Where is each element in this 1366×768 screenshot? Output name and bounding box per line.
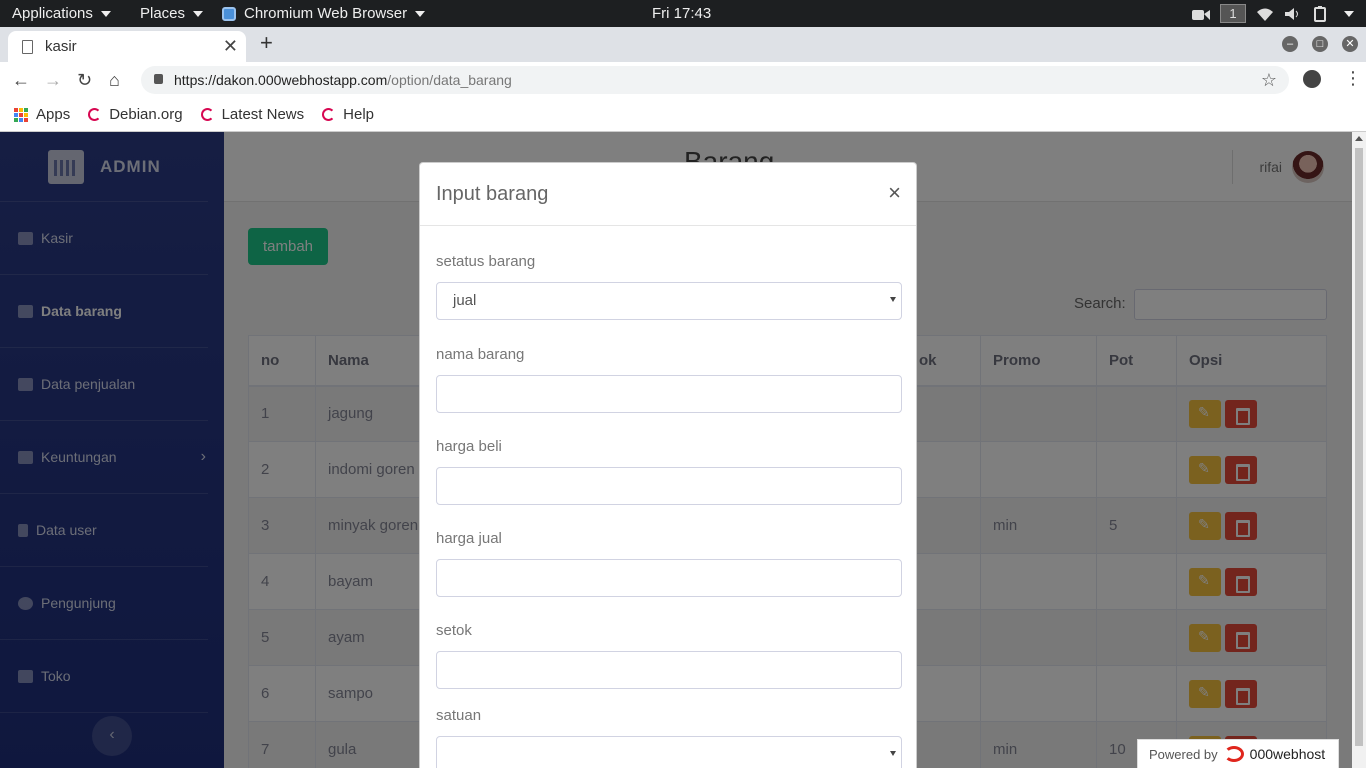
new-tab-button[interactable]: + [260,30,273,56]
harga-beli-input[interactable] [436,467,902,505]
close-window-icon[interactable]: ✕ [1342,36,1358,52]
status-field-group: setatus barang jual [436,253,902,320]
system-top-bar: Applications Places Chromium Web Browser… [0,0,1366,27]
workspace-indicator[interactable]: 1 [1220,4,1246,23]
bookmark-label: Debian.org [109,106,183,123]
harga-beli-field-group: harga beli [436,438,902,505]
bookmark-debian[interactable]: Debian.org [88,106,183,123]
powered-by-label: Powered by [1149,746,1218,762]
debian-swirl-icon [322,108,336,121]
browser-tab[interactable]: kasir ✕ [8,31,246,62]
bookmark-help[interactable]: Help [322,106,374,123]
bookmark-apps[interactable]: Apps [14,106,70,123]
bookmark-star-icon[interactable]: ☆ [1261,66,1277,94]
url-host: https://dakon.000webhostapp.com [174,72,388,88]
wifi-icon[interactable] [1256,7,1274,21]
harga-jual-label: harga jual [436,530,502,547]
harga-jual-input[interactable] [436,559,902,597]
forward-icon[interactable]: → [44,70,62,91]
close-icon[interactable]: × [888,180,901,206]
battery-icon[interactable] [1312,5,1330,22]
powered-by-badge[interactable]: Powered by 000webhost [1137,739,1339,768]
nama-label: nama barang [436,346,525,363]
address-bar[interactable]: https://dakon.000webhostapp.com/option/d… [141,66,1289,94]
back-icon[interactable]: ← [12,70,30,91]
bookmark-label: Help [343,106,374,123]
camera-icon[interactable] [1192,7,1210,21]
system-tray: 1 [1192,4,1354,23]
harga-beli-label: harga beli [436,438,502,455]
active-app-label: Chromium Web Browser [244,5,408,22]
bookmark-label: Apps [36,106,71,123]
web-page: ADMIN Kasir Data barang Data penjualan K… [0,132,1352,768]
nama-barang-input[interactable] [436,375,902,413]
minimize-icon[interactable]: – [1282,36,1298,52]
debian-swirl-icon [88,108,102,121]
bookmark-label: Latest News [221,106,305,123]
profile-icon[interactable] [1303,70,1321,88]
webhost-brand: 000webhost [1249,746,1326,762]
document-icon [22,39,33,54]
setok-label: setok [436,622,472,639]
apps-grid-icon [14,107,28,122]
active-app-menu[interactable]: Chromium Web Browser [222,5,426,22]
modal-title: Input barang [436,183,549,205]
webhost-logo-icon [1223,746,1244,762]
applications-label: Applications [12,5,93,22]
chevron-down-icon [890,297,896,302]
bookmark-latest-news[interactable]: Latest News [200,106,305,123]
status-label: setatus barang [436,253,536,270]
satuan-field-group: satuan [436,707,902,768]
satuan-label: satuan [436,707,482,724]
lock-icon [154,74,163,84]
bookmarks-bar: Apps Debian.org Latest News Help [0,98,1366,132]
debian-swirl-icon [200,108,214,121]
setok-field-group: setok [436,622,902,689]
status-selected-value: jual [453,292,477,309]
close-tab-icon[interactable]: ✕ [223,36,238,57]
status-select[interactable]: jual [436,282,902,320]
chevron-down-icon [415,10,426,17]
applications-menu[interactable]: Applications [12,5,111,22]
url-path: /option/data_barang [387,72,512,88]
menu-kebab-icon[interactable]: ⋮ [1344,68,1362,89]
system-menu-chevron-icon[interactable] [1344,10,1354,17]
maximize-icon[interactable]: □ [1312,36,1328,52]
page-scrollbar[interactable] [1352,132,1366,768]
chevron-down-icon [100,10,111,17]
chromium-icon [222,6,236,21]
input-barang-modal: Input barang × setatus barang jual nama … [419,162,917,768]
tab-strip: kasir ✕ + – □ ✕ [0,27,1366,62]
scroll-up-icon[interactable] [1355,136,1363,141]
clock[interactable]: Fri 17:43 [652,5,711,22]
places-menu[interactable]: Places [140,5,204,22]
window-controls: – □ ✕ [1282,36,1358,52]
chevron-down-icon [193,10,204,17]
home-icon[interactable]: ⌂ [109,70,120,91]
volume-icon[interactable] [1284,7,1302,21]
satuan-select[interactable] [436,736,902,768]
nama-field-group: nama barang [436,346,902,413]
tab-title: kasir [45,38,77,55]
browser-toolbar: ← → ↻ ⌂ https://dakon.000webhostapp.com/… [0,62,1366,98]
scrollbar-thumb[interactable] [1355,148,1363,746]
setok-input[interactable] [436,651,902,689]
harga-jual-field-group: harga jual [436,530,902,597]
places-label: Places [140,5,186,22]
chevron-down-icon [890,751,896,756]
reload-icon[interactable]: ↻ [77,70,92,91]
modal-header: Input barang × [420,163,916,226]
